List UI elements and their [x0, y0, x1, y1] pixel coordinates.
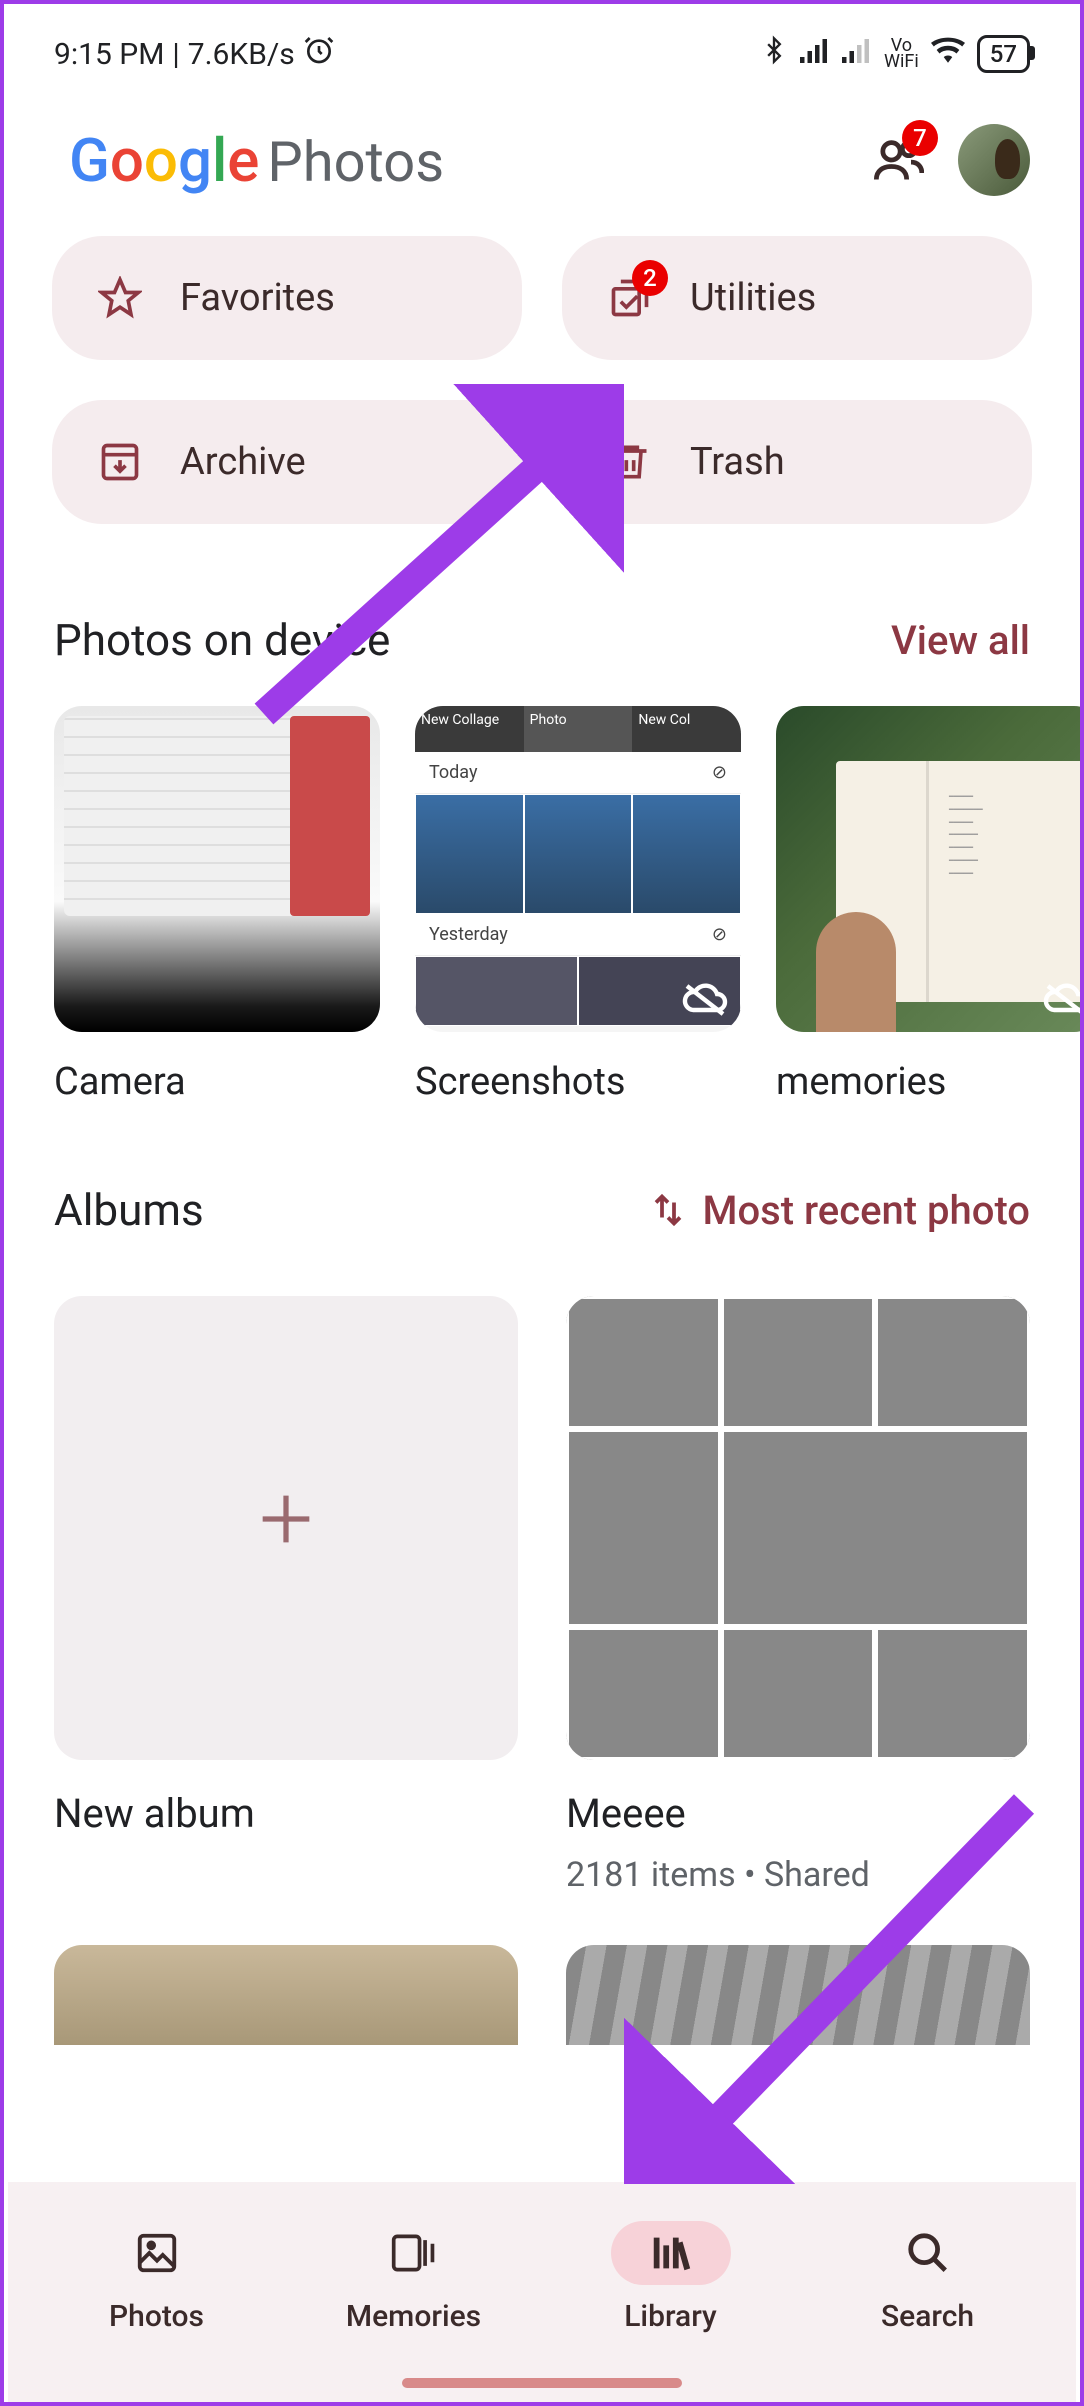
albums-grid: New album Meeee 2181 items • Shared: [4, 1266, 1080, 1895]
cloud-off-icon: [1042, 980, 1080, 1020]
album-card[interactable]: Meeee 2181 items • Shared: [566, 1296, 1030, 1895]
new-album-label: New album: [54, 1790, 518, 1837]
nav-search[interactable]: Search: [838, 2221, 1018, 2334]
signal-2-icon: [842, 37, 872, 72]
memories-thumbnail: ━━━━━━━━━━━━━━━━━━━━━━━━━━━━━━━━━━━━━━━: [776, 706, 1080, 1032]
albums-peek-row: [4, 1895, 1080, 2045]
google-photos-logo: Google Photos: [69, 125, 444, 196]
app-header: Google Photos 7: [4, 94, 1080, 226]
nav-photos-label: Photos: [109, 2299, 204, 2334]
alarm-icon: [303, 34, 335, 74]
home-indicator[interactable]: [402, 2378, 682, 2388]
profile-avatar[interactable]: [958, 124, 1030, 196]
status-left: 9:15 PM | 7.6KB/s: [54, 34, 335, 74]
nav-photos[interactable]: Photos: [67, 2221, 247, 2334]
archive-label: Archive: [180, 440, 306, 484]
album-card[interactable]: [566, 1945, 1030, 2045]
utilities-badge: 2: [632, 260, 668, 296]
trash-icon: [608, 440, 652, 484]
album-subtitle: 2181 items • Shared: [566, 1855, 1030, 1895]
logo-google-word: Google: [69, 125, 259, 196]
signal-1-icon: [800, 37, 830, 72]
photos-on-device-header: Photos on device View all: [4, 534, 1080, 696]
star-icon: [98, 276, 142, 320]
utilities-label: Utilities: [690, 276, 816, 320]
trash-chip[interactable]: Trash: [562, 400, 1032, 524]
wifi-icon: [931, 36, 965, 72]
utilities-icon: 2: [608, 276, 652, 320]
albums-sort-label: Most recent photo: [702, 1187, 1030, 1234]
status-right: Vo WiFi 57: [760, 35, 1030, 73]
nav-search-label: Search: [881, 2299, 974, 2334]
sharing-badge: 7: [902, 120, 938, 156]
plus-icon: [251, 1484, 321, 1572]
photos-on-device-title: Photos on device: [54, 614, 390, 666]
trash-label: Trash: [690, 440, 785, 484]
bluetooth-icon: [760, 35, 788, 73]
device-folder-camera[interactable]: Camera: [54, 706, 380, 1104]
bottom-navigation: Photos Memories Library Search: [8, 2182, 1076, 2402]
battery-indicator: 57: [977, 35, 1030, 73]
cloud-off-icon: [681, 980, 729, 1020]
vowifi-indicator: Vo WiFi: [884, 38, 919, 70]
search-icon: [905, 2230, 951, 2276]
camera-label: Camera: [54, 1060, 380, 1104]
sort-arrows-icon: [650, 1192, 686, 1228]
archive-chip[interactable]: Archive: [52, 400, 522, 524]
memories-icon: [390, 2230, 438, 2276]
device-folder-screenshots[interactable]: New CollagePhotoNew Col Today⊘ Yesterday…: [415, 706, 741, 1104]
memories-label: memories: [776, 1060, 1080, 1104]
screenshots-thumbnail: New CollagePhotoNew Col Today⊘ Yesterday…: [415, 706, 741, 1032]
favorites-label: Favorites: [180, 276, 335, 320]
status-sep: |: [172, 37, 179, 72]
utilities-chip[interactable]: 2 Utilities: [562, 236, 1032, 360]
status-bar: 9:15 PM | 7.6KB/s Vo WiFi 57: [4, 4, 1080, 94]
albums-header: Albums Most recent photo: [4, 1104, 1080, 1266]
logo-photos-word: Photos: [267, 129, 444, 195]
new-album-thumb: [54, 1296, 518, 1760]
favorites-chip[interactable]: Favorites: [52, 236, 522, 360]
nav-memories-label: Memories: [346, 2299, 481, 2334]
photos-on-device-strip[interactable]: Camera New CollagePhotoNew Col Today⊘ Ye…: [4, 696, 1080, 1104]
camera-thumbnail: [54, 706, 380, 1032]
album-thumb: [566, 1296, 1030, 1760]
album-title: Meeee: [566, 1790, 1030, 1837]
view-all-link[interactable]: View all: [891, 617, 1030, 664]
album-card[interactable]: [54, 1945, 518, 2045]
nav-memories[interactable]: Memories: [324, 2221, 504, 2334]
library-icon: [648, 2230, 694, 2276]
albums-title: Albums: [54, 1184, 204, 1236]
sharing-button[interactable]: 7: [868, 130, 928, 190]
photos-icon: [134, 2230, 180, 2276]
screenshots-label: Screenshots: [415, 1060, 741, 1104]
new-album-card[interactable]: New album: [54, 1296, 518, 1895]
nav-library[interactable]: Library: [581, 2221, 761, 2334]
device-folder-memories[interactable]: ━━━━━━━━━━━━━━━━━━━━━━━━━━━━━━━━━━━━━━━ …: [776, 706, 1080, 1104]
status-data-rate: 7.6KB/s: [188, 37, 295, 72]
status-time: 9:15 PM: [54, 37, 164, 72]
quick-actions: Favorites 2 Utilities Archive Trash: [4, 226, 1080, 534]
albums-sort-button[interactable]: Most recent photo: [650, 1187, 1030, 1234]
nav-library-label: Library: [624, 2299, 717, 2334]
archive-icon: [98, 440, 142, 484]
